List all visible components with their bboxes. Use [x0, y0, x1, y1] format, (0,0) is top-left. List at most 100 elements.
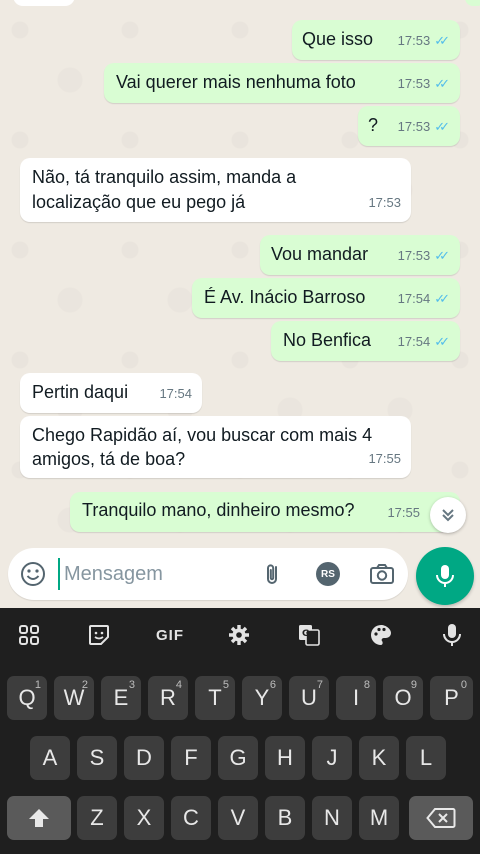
message-meta: 17:53 ✓✓: [398, 71, 450, 96]
key-l[interactable]: L: [406, 736, 446, 780]
voice-message-button[interactable]: [416, 547, 474, 605]
shift-key[interactable]: [7, 796, 71, 840]
emoji-icon[interactable]: [20, 561, 46, 587]
message-time: 17:55: [368, 451, 401, 466]
read-receipt-icon: ✓✓: [434, 334, 450, 349]
message-time: 17:54: [159, 386, 192, 401]
backspace-key[interactable]: [409, 796, 473, 840]
key-v[interactable]: V: [218, 796, 258, 840]
key-c[interactable]: C: [171, 796, 211, 840]
message-time: 17:54: [397, 334, 431, 349]
paperclip-icon[interactable]: [260, 561, 286, 587]
key-m[interactable]: M: [359, 796, 399, 840]
key-p[interactable]: P0: [430, 676, 473, 720]
message-incoming[interactable]: Chego Rapidão aí, vou buscar com mais 4 …: [20, 416, 411, 478]
key-label: J: [326, 745, 338, 770]
payment-button[interactable]: RS: [316, 562, 340, 586]
sticker-icon[interactable]: [84, 620, 114, 650]
settings-gear-icon: [229, 625, 249, 645]
message-outgoing[interactable]: Vou mandar 17:53 ✓✓: [260, 235, 460, 275]
on-screen-keyboard: GIF G Q 1 W 2 E 3 R 4 T 5 Y 6 U 7 I 8 O …: [0, 608, 480, 854]
read-receipt-icon: ✓✓: [434, 33, 450, 48]
key-g[interactable]: G: [218, 736, 258, 780]
key-h[interactable]: H: [265, 736, 305, 780]
key-k[interactable]: K: [359, 736, 399, 780]
key-f[interactable]: F: [171, 736, 211, 780]
key-n[interactable]: N: [312, 796, 352, 840]
input-pill: RS: [8, 548, 408, 600]
message-outgoing[interactable]: ? 17:53 ✓✓: [358, 106, 460, 146]
key-label: Y: [254, 685, 270, 710]
key-d[interactable]: D: [124, 736, 164, 780]
key-label: F: [184, 745, 198, 770]
shift-arrow-icon: [29, 809, 49, 827]
scroll-to-bottom-button[interactable]: [430, 497, 466, 533]
key-x[interactable]: X: [124, 796, 164, 840]
read-receipt-icon: ✓✓: [434, 76, 450, 91]
key-label: X: [136, 805, 152, 830]
key-e[interactable]: E3: [101, 676, 141, 720]
key-t[interactable]: T5: [195, 676, 235, 720]
svg-text:G: G: [302, 629, 309, 639]
camera-icon[interactable]: [368, 561, 396, 587]
message-text: Tranquilo mano, dinheiro mesmo?: [82, 500, 355, 520]
chat-area[interactable]: Que isso 17:53 ✓✓ Vai querer mais nenhuma…: [0, 0, 480, 548]
message-meta: 17:53 ✓✓: [398, 243, 450, 268]
message-text: No Benfica: [283, 330, 372, 350]
grid-icon: [19, 625, 39, 645]
key-label: U: [301, 685, 317, 710]
message-incoming[interactable]: Pertin daqui 17:54: [20, 373, 202, 413]
key-label: G: [229, 745, 247, 770]
key-label: M: [369, 805, 389, 830]
key-label: O: [394, 685, 412, 710]
message-time: 17:54: [397, 291, 431, 306]
key-number-hint: 6: [269, 679, 276, 691]
key-j[interactable]: J: [312, 736, 352, 780]
message-meta: 17:53 ✓✓: [398, 28, 450, 53]
gif-button[interactable]: GIF: [150, 620, 190, 650]
message-outgoing[interactable]: Que isso 17:53 ✓✓: [292, 20, 460, 60]
key-y[interactable]: Y6: [242, 676, 282, 720]
key-label: I: [352, 685, 360, 710]
message-time: 17:53: [397, 248, 431, 263]
message-meta: 17:53 ✓✓: [398, 114, 450, 139]
key-label: A: [42, 745, 58, 770]
palette-icon[interactable]: [366, 620, 396, 650]
key-q[interactable]: Q1: [7, 676, 47, 720]
message-input[interactable]: [58, 558, 258, 590]
message-text: ?: [368, 115, 379, 135]
message-incoming[interactable]: Não, tá tranquilo assim, manda a localiz…: [20, 158, 411, 222]
key-i[interactable]: I8: [336, 676, 376, 720]
key-label: N: [324, 805, 340, 830]
key-w[interactable]: W2: [54, 676, 94, 720]
message-outgoing[interactable]: Vai querer mais nenhuma foto 17:53 ✓✓: [104, 63, 460, 103]
key-number-hint: 3: [128, 679, 135, 691]
translate-icon[interactable]: G: [294, 620, 324, 650]
message-outgoing[interactable]: No Benfica 17:54 ✓✓: [271, 321, 460, 361]
sticker-face-icon: [89, 625, 109, 645]
key-o[interactable]: O9: [383, 676, 423, 720]
backspace-icon: [426, 808, 456, 828]
key-number-hint: 5: [222, 679, 229, 691]
gear-icon[interactable]: [224, 620, 254, 650]
microphone-icon: [443, 624, 461, 646]
key-r[interactable]: R4: [148, 676, 188, 720]
key-u[interactable]: U7: [289, 676, 329, 720]
message-meta: 17:55: [368, 446, 401, 471]
key-label: Q: [18, 685, 36, 710]
key-b[interactable]: B: [265, 796, 305, 840]
message-meta: 17:55: [387, 500, 420, 525]
microphone-icon: [436, 565, 454, 587]
key-s[interactable]: S: [77, 736, 117, 780]
message-outgoing[interactable]: É Av. Inácio Barroso 17:54 ✓✓: [192, 278, 460, 318]
apps-grid-icon[interactable]: [14, 620, 44, 650]
message-text: Vai querer mais nenhuma foto: [116, 72, 356, 92]
keyboard-toolbar: GIF G: [0, 608, 480, 662]
message-outgoing[interactable]: Tranquilo mano, dinheiro mesmo? 17:55: [70, 492, 460, 532]
key-label: S: [89, 745, 105, 770]
keyboard-mic-icon[interactable]: [437, 620, 467, 650]
key-a[interactable]: A: [30, 736, 70, 780]
previous-incoming-bubble: [13, 0, 75, 6]
read-receipt-icon: ✓✓: [434, 248, 450, 263]
key-z[interactable]: Z: [77, 796, 117, 840]
